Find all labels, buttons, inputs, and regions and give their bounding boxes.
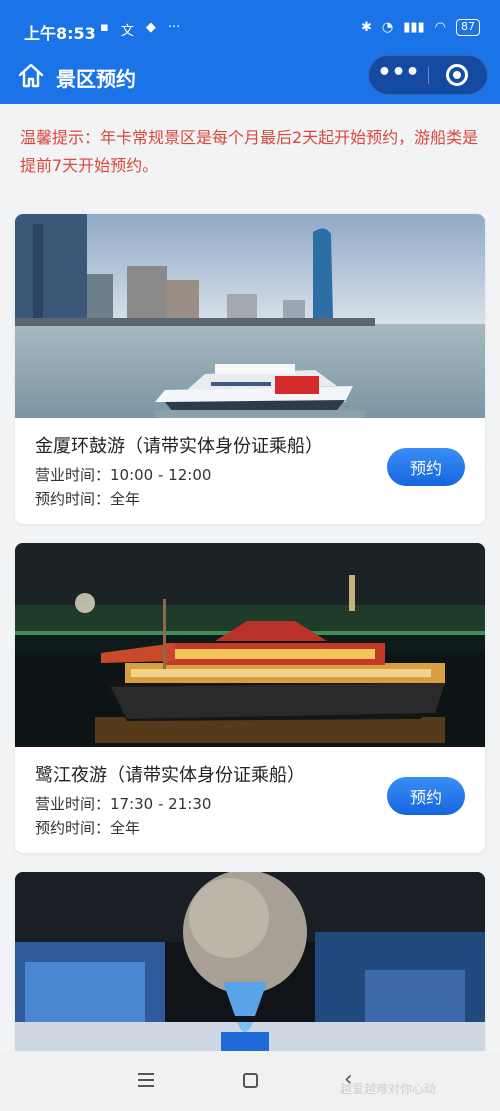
notice-text: 温馨提示：年卡常规景区是每个月最后2天起开始预约，游船类是提前7天开始预约。: [20, 128, 479, 175]
museum-globe-exhibit-photo[interactable]: [15, 872, 485, 1051]
menu-icon[interactable]: [138, 1073, 154, 1087]
battery-icon: 87: [456, 19, 480, 36]
page-title: 景区预约: [56, 67, 136, 91]
book-button[interactable]: 预约: [387, 777, 465, 815]
night-river-cruise-photo[interactable]: [15, 543, 485, 747]
booking-period: 预约时间：全年: [35, 819, 141, 837]
scenic-card: 鹭江夜游（请带实体身份证乘船） 营业时间：17:30 - 21:30 预约时间：…: [15, 543, 485, 853]
navbar: 景区预约 •••: [0, 50, 500, 104]
card-info: 金厦环鼓游（请带实体身份证乘船） 营业时间：10:00 - 12:00 预约时间…: [15, 418, 485, 524]
app-icon: ◆: [145, 20, 156, 35]
day-harbor-ferry-photo[interactable]: [15, 214, 485, 418]
scenic-card: 金厦环鼓游（请带实体身份证乘船） 营业时间：10:00 - 12:00 预约时间…: [15, 214, 485, 524]
more-dots-icon[interactable]: •••: [369, 56, 428, 94]
signal-icon: ▮▮▮: [403, 20, 425, 35]
more-icon: ···: [167, 20, 181, 35]
scenic-card: [15, 872, 485, 1051]
capsule-divider: [428, 66, 429, 84]
target-circle-icon[interactable]: [446, 64, 468, 86]
book-button[interactable]: 预约: [387, 448, 465, 486]
status-time: 上午8:53: [24, 24, 96, 43]
status-system-icons: ✱ ◔ ▮▮▮ ◠ 87: [361, 19, 480, 36]
business-hours: 营业时间：17:30 - 21:30: [35, 795, 212, 813]
home-square-icon[interactable]: [243, 1073, 258, 1088]
status-bar: 上午8:53 ▪ 文 ◆ ··· ✱ ◔ ▮▮▮ ◠ 87: [0, 0, 500, 50]
scenic-list: 温馨提示：年卡常规景区是每个月最后2天起开始预约，游船类是提前7天开始预约。 金…: [0, 104, 500, 1051]
wifi-icon: ◠: [434, 20, 446, 35]
message-icon: ▪: [100, 20, 109, 35]
alarm-icon: ◔: [381, 20, 394, 35]
booking-period: 预约时间：全年: [35, 490, 141, 508]
card-info: 鹭江夜游（请带实体身份证乘船） 营业时间：17:30 - 21:30 预约时间：…: [15, 747, 485, 853]
card-title: 鹭江夜游（请带实体身份证乘船）: [35, 765, 305, 786]
status-notification-icons: ▪ 文 ◆ ···: [100, 20, 180, 39]
bluetooth-icon: ✱: [360, 20, 372, 35]
mini-program-capsule: •••: [368, 55, 488, 95]
card-title: 金厦环鼓游（请带实体身份证乘船）: [35, 436, 323, 457]
translate-icon: 文: [120, 24, 134, 39]
business-hours: 营业时间：10:00 - 12:00: [35, 466, 212, 484]
top-bar: 上午8:53 ▪ 文 ◆ ··· ✱ ◔ ▮▮▮ ◠ 87 景区预约 •••: [0, 0, 500, 104]
home-icon[interactable]: [16, 60, 46, 90]
watermark: 越爱越难对你心动: [340, 1082, 437, 1096]
